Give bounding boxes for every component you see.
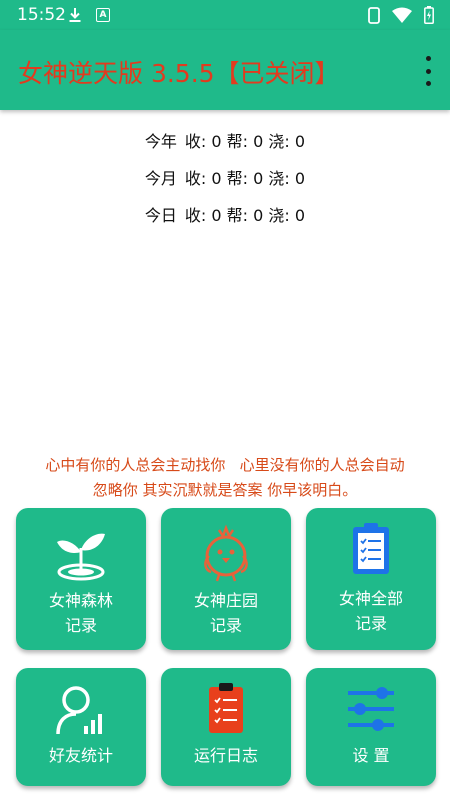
system-icons (368, 6, 434, 24)
stat-values: 收: 0 帮: 0 浇: 0 (184, 206, 306, 225)
stat-day: 今日 收: 0 帮: 0 浇: 0 (0, 204, 450, 241)
run-log-button[interactable]: 运行日志 (161, 668, 291, 786)
chick-icon (204, 524, 248, 582)
app-title: 女神逆天版 3.5.5【已关闭】 (18, 59, 340, 88)
settings-button[interactable]: 设 置 (306, 668, 436, 786)
tile-label: 好友统计 (48, 746, 113, 765)
menu-dot (425, 81, 431, 86)
notification-icons: A (68, 7, 110, 23)
quote-line-2: 忽略你 其实沉默就是答案 你早该明白。 (92, 481, 358, 499)
sliders-icon (348, 687, 394, 731)
a-notification-icon: A (96, 8, 110, 22)
tile-label-line1: 女神庄园 (193, 591, 258, 610)
tile-label-line2: 记录 (209, 616, 242, 635)
forest-records-button[interactable]: 女神森林 记录 (16, 508, 146, 650)
sprout-icon (57, 533, 105, 581)
status-time: 15:52 (17, 5, 66, 25)
friend-stats-button[interactable]: 好友统计 (16, 668, 146, 786)
clipboard-list-icon (353, 523, 389, 574)
status-bar: 15:52 A (0, 0, 450, 30)
all-records-button[interactable]: 女神全部 记录 (306, 508, 436, 650)
stat-values: 收: 0 帮: 0 浇: 0 (184, 169, 306, 188)
tile-label: 运行日志 (193, 746, 258, 765)
stat-month: 今月 收: 0 帮: 0 浇: 0 (0, 167, 450, 204)
tile-label-line2: 记录 (354, 614, 387, 633)
stat-period: 今日 (144, 206, 177, 225)
a-notification-label: A (99, 10, 107, 20)
stats-panel: 今年 收: 0 帮: 0 浇: 0 今月 收: 0 帮: 0 浇: 0 今日 收: 0… (0, 130, 450, 241)
manor-records-button[interactable]: 女神庄园 记录 (161, 508, 291, 650)
quote-text: 心中有你的人总会主动找你 心里没有你的人总会自动 忽略你 其实沉默就是答案 你早… (10, 453, 440, 503)
stat-period: 今年 (144, 132, 177, 151)
more-vertical-icon[interactable] (420, 56, 436, 86)
tile-label-line1: 女神森林 (48, 591, 113, 610)
stat-period: 今月 (144, 169, 177, 188)
menu-dot (425, 68, 431, 74)
log-clipboard-icon (209, 683, 243, 733)
wifi-icon (392, 7, 412, 23)
tile-label-line1: 女神全部 (338, 589, 403, 608)
phone-icon (368, 6, 380, 24)
stat-year: 今年 收: 0 帮: 0 浇: 0 (0, 130, 450, 167)
app-bar: 女神逆天版 3.5.5【已关闭】 (0, 30, 450, 110)
quote-line-1: 心中有你的人总会主动找你 心里没有你的人总会自动 (45, 456, 405, 474)
stat-values: 收: 0 帮: 0 浇: 0 (184, 132, 306, 151)
battery-charging-icon (424, 6, 434, 24)
download-icon (69, 8, 81, 22)
user-stats-icon (56, 686, 102, 735)
tile-label: 设 置 (352, 746, 390, 765)
menu-dot (425, 56, 431, 61)
tile-label-line2: 记录 (64, 616, 97, 635)
